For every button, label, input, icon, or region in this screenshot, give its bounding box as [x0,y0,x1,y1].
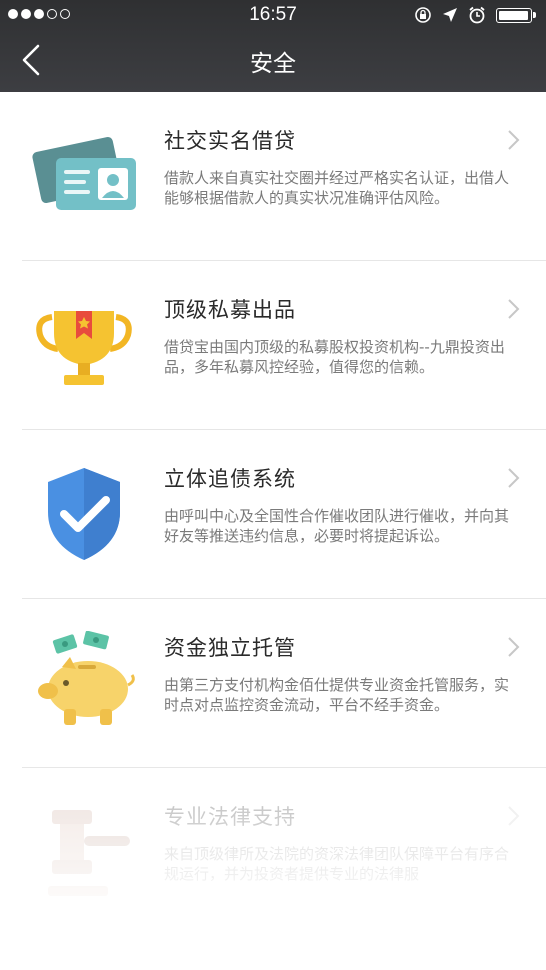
list-item[interactable]: 资金独立托管 由第三方支付机构金佰仕提供专业资金托管服务，实时点对点监控资金流动… [22,599,546,768]
id-card-icon [32,136,136,210]
chevron-right-icon [508,468,520,488]
status-bar: 16:57 [0,0,546,30]
feature-title: 立体追债系统 [164,467,296,491]
location-arrow-icon [443,8,457,22]
feature-description: 借款人来自真实社交圈并经过严格实名认证，出借人能够根据借款人的真实状况准确评估风… [164,169,510,207]
feature-title: 资金独立托管 [164,636,296,660]
gavel-icon [48,810,130,896]
security-feature-list: 社交实名借贷 借款人来自真实社交圈并经过严格实名认证，出借人能够根据借款人的真实… [0,92,546,937]
feature-title: 社交实名借贷 [164,129,296,153]
feature-description: 来自顶级律所及法院的资深法律团队保障平台有序合规运行，并为投资者提供专业的法律服 [164,845,510,883]
feature-description: 由呼叫中心及全国性合作催收团队进行催收，并向其好友等推送违约信息，必要时将提起诉… [164,507,510,545]
alarm-icon [469,6,485,24]
list-item[interactable]: 顶级私募出品 借贷宝由国内顶级的私募股权投资机构--九鼎投资出品，多年私募风控经… [22,261,546,430]
list-item[interactable]: 专业法律支持 来自顶级律所及法院的资深法律团队保障平台有序合规运行，并为投资者提… [22,768,546,937]
chevron-right-icon [508,130,520,150]
battery-level [499,10,528,20]
feature-title: 顶级私募出品 [164,298,296,322]
chevron-right-icon [508,637,520,657]
list-item[interactable]: 社交实名借贷 借款人来自真实社交圈并经过严格实名认证，出借人能够根据借款人的真实… [22,92,546,261]
shield-check-icon [48,468,120,560]
chevron-right-icon [508,806,520,826]
rotation-lock-icon [415,7,431,23]
chevron-right-icon [508,299,520,319]
list-item[interactable]: 立体追债系统 由呼叫中心及全国性合作催收团队进行催收，并向其好友等推送违约信息，… [22,430,546,599]
trophy-icon [36,311,132,385]
page-title: 安全 [250,51,296,77]
feature-title: 专业法律支持 [164,805,296,829]
piggy-bank-icon [38,631,135,725]
navigation-bar: 16:57 安全 [0,0,546,92]
feature-description: 借贷宝由国内顶级的私募股权投资机构--九鼎投资出品，多年私募风控经验，值得您的信… [164,338,505,376]
battery-icon [496,7,536,23]
feature-description: 由第三方支付机构金佰仕提供专业资金托管服务，实时点对点监控资金流动，平台不经手资… [164,676,510,714]
back-button[interactable] [12,40,52,80]
